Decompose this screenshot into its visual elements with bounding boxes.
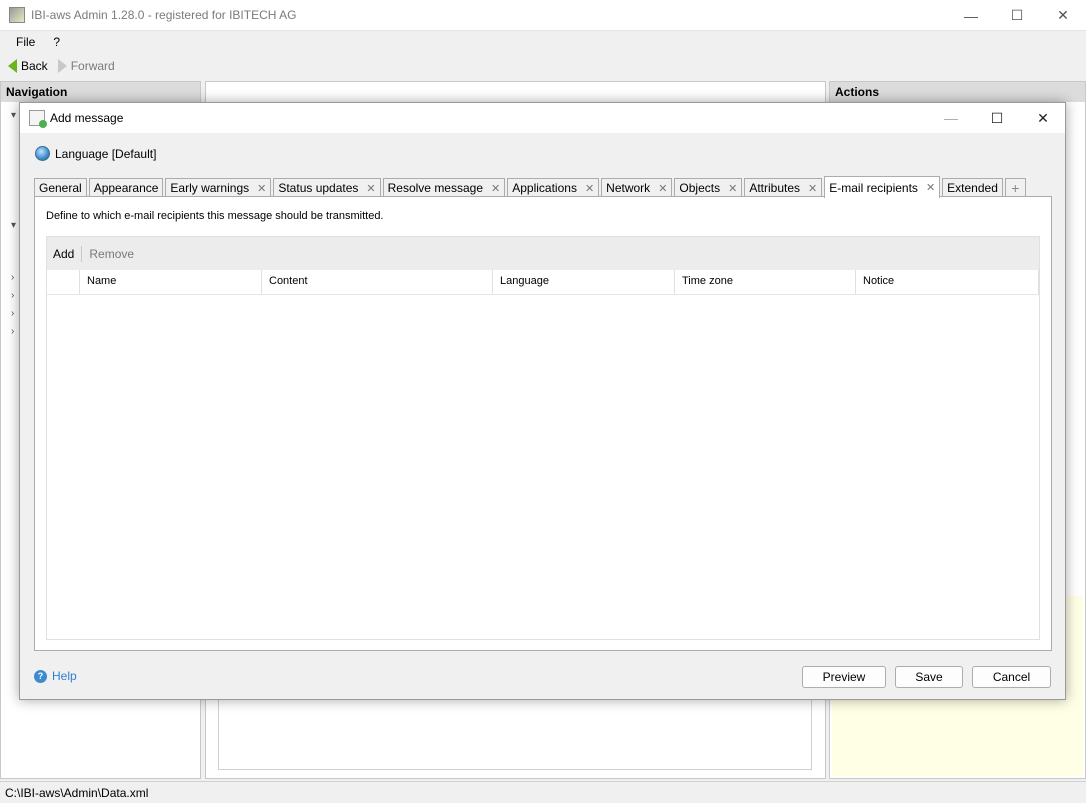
- tab-email-recipients[interactable]: E-mail recipients ✕: [824, 176, 941, 198]
- chevron-right-icon[interactable]: ›: [11, 272, 14, 283]
- column-header-language[interactable]: Language: [493, 270, 675, 294]
- tab-close-icon[interactable]: ✕: [926, 181, 935, 194]
- plus-icon: +: [1011, 180, 1020, 196]
- help-icon: ?: [34, 669, 47, 683]
- dialog-close-icon[interactable]: ✕: [1020, 103, 1066, 133]
- tab-status-updates[interactable]: Status updates ✕: [273, 178, 381, 197]
- language-selector[interactable]: Language [Default]: [35, 146, 156, 161]
- tab-objects[interactable]: Objects ✕: [674, 178, 743, 197]
- tab-strip: General Appearance Early warnings ✕ Statu…: [34, 176, 1028, 198]
- grid-toolbar: Add Remove: [47, 237, 1039, 270]
- tab-close-icon[interactable]: ✕: [366, 182, 375, 195]
- dialog-minimize-icon[interactable]: —: [928, 103, 974, 133]
- actions-header: Actions: [830, 82, 1085, 102]
- tab-general[interactable]: General: [34, 178, 87, 197]
- minimize-icon[interactable]: —: [948, 0, 994, 31]
- close-icon[interactable]: ✕: [1040, 0, 1086, 31]
- tab-close-icon[interactable]: ✕: [808, 182, 817, 195]
- tab-network[interactable]: Network ✕: [601, 178, 673, 197]
- dialog-maximize-icon[interactable]: ☐: [974, 103, 1020, 133]
- tab-close-icon[interactable]: ✕: [728, 182, 737, 195]
- column-header-time-zone[interactable]: Time zone: [675, 270, 856, 294]
- menubar: File ?: [0, 31, 1086, 53]
- dialog-titlebar: Add message — ☐ ✕: [20, 103, 1065, 133]
- tab-close-icon[interactable]: ✕: [491, 182, 500, 195]
- add-recipient-button[interactable]: Add: [53, 247, 74, 261]
- email-recipients-panel: Define to which e-mail recipients this m…: [34, 196, 1052, 651]
- back-button[interactable]: Back: [8, 59, 48, 73]
- status-file-path: C:\IBI-aws\Admin\Data.xml: [5, 786, 149, 800]
- app-icon: [9, 7, 25, 23]
- column-header-name[interactable]: Name: [80, 270, 262, 294]
- recipients-grid: Add Remove Name Content Language Time zo…: [46, 236, 1040, 640]
- tab-close-icon[interactable]: ✕: [658, 182, 667, 195]
- add-message-dialog: Add message — ☐ ✕ Language [Default] Gen…: [19, 102, 1066, 700]
- main-window-titlebar: IBI-aws Admin 1.28.0 - registered for IB…: [0, 0, 1086, 31]
- maximize-icon[interactable]: ☐: [994, 0, 1040, 31]
- remove-recipient-button[interactable]: Remove: [89, 247, 134, 261]
- chevron-right-icon[interactable]: ›: [11, 290, 14, 301]
- menu-file[interactable]: File: [0, 35, 45, 49]
- language-label: Language [Default]: [55, 146, 157, 161]
- tab-resolve-message[interactable]: Resolve message ✕: [382, 178, 506, 197]
- panel-description: Define to which e-mail recipients this m…: [46, 210, 384, 222]
- globe-icon: [35, 146, 50, 161]
- tab-applications[interactable]: Applications ✕: [507, 178, 600, 197]
- chevron-right-icon[interactable]: ›: [11, 326, 14, 337]
- tab-attributes[interactable]: Attributes ✕: [744, 178, 823, 197]
- chevron-right-icon[interactable]: ›: [11, 308, 14, 319]
- help-link[interactable]: ? Help: [34, 669, 77, 683]
- row-selector-header: [47, 270, 80, 294]
- tab-early-warnings[interactable]: Early warnings ✕: [165, 178, 272, 197]
- main-window-title: IBI-aws Admin 1.28.0 - registered for IB…: [31, 8, 297, 22]
- grid-header: Name Content Language Time zone Notice: [47, 270, 1039, 295]
- tab-close-icon[interactable]: ✕: [257, 182, 266, 195]
- tab-close-icon[interactable]: ✕: [585, 182, 594, 195]
- chevron-down-icon[interactable]: ▾: [11, 110, 16, 121]
- column-header-content[interactable]: Content: [262, 270, 493, 294]
- cancel-button[interactable]: Cancel: [972, 666, 1051, 688]
- column-header-notice[interactable]: Notice: [856, 270, 1039, 294]
- tab-appearance[interactable]: Appearance: [88, 178, 164, 197]
- add-message-icon: [29, 110, 47, 128]
- tab-extended[interactable]: Extended: [942, 178, 1003, 197]
- status-bar: C:\IBI-aws\Admin\Data.xml: [0, 781, 1086, 803]
- dialog-title: Add message: [50, 111, 124, 125]
- menu-help[interactable]: ?: [45, 35, 70, 49]
- forward-arrow-icon: [57, 59, 67, 73]
- navigation-header: Navigation: [1, 82, 200, 102]
- preview-button[interactable]: Preview: [802, 666, 886, 688]
- back-arrow-icon: [8, 59, 17, 73]
- forward-button[interactable]: Forward: [57, 59, 115, 73]
- save-button[interactable]: Save: [895, 666, 963, 688]
- navigation-toolbar: Back Forward: [0, 55, 115, 77]
- toolbar-divider: [81, 245, 83, 262]
- chevron-down-icon[interactable]: ▾: [11, 220, 16, 231]
- add-tab-button[interactable]: +: [1004, 178, 1026, 197]
